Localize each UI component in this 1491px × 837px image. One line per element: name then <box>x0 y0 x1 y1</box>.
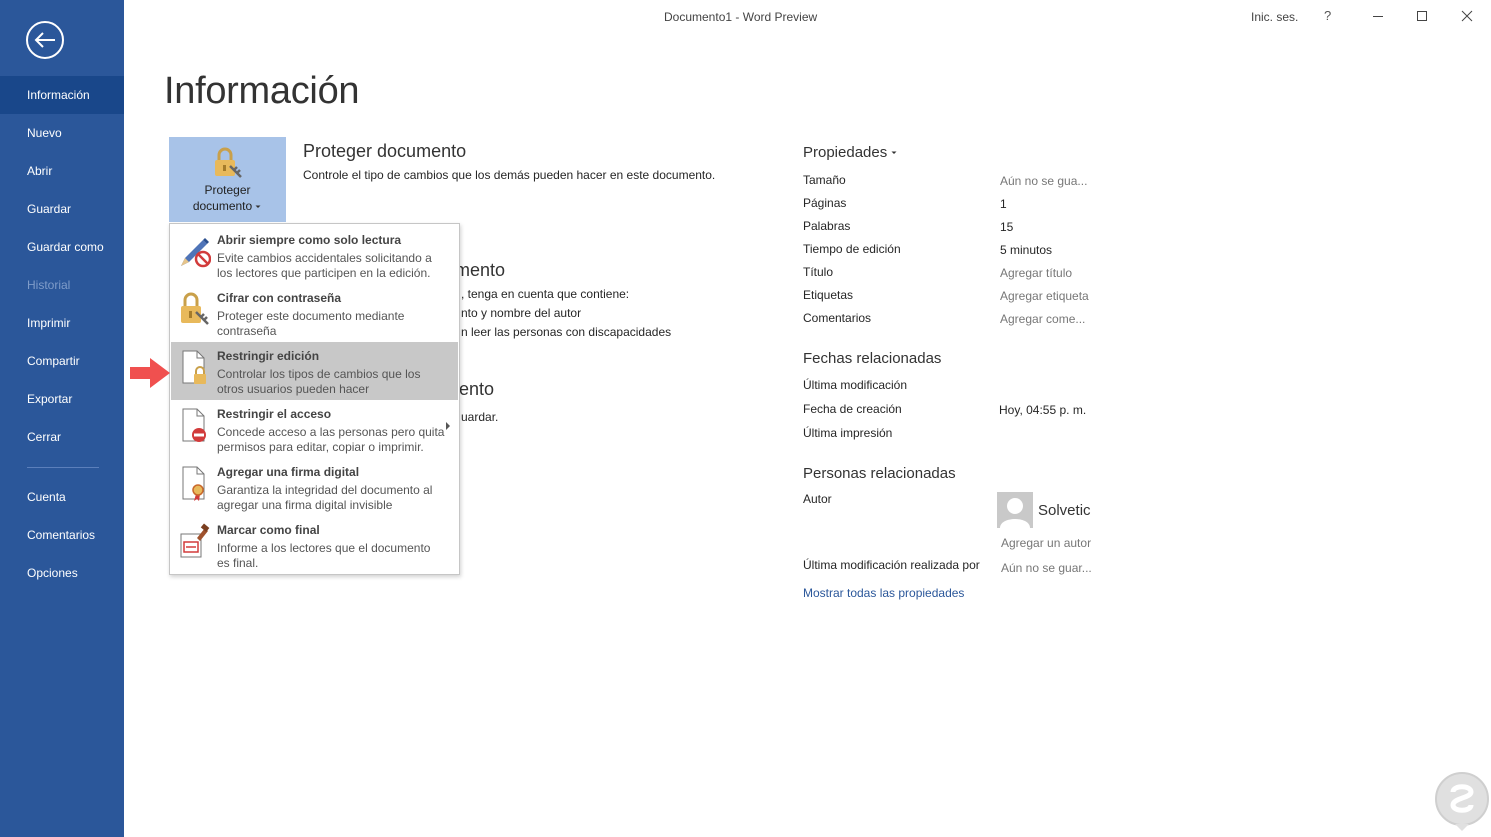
help-button[interactable]: ? <box>1324 8 1331 23</box>
close-icon <box>1461 10 1473 22</box>
menu-item-title: Abrir siempre como solo lectura <box>217 233 402 247</box>
nav-compartir[interactable]: Compartir <box>0 342 124 380</box>
inspect-line-3: n leer las personas con discapacidades <box>461 325 672 339</box>
avatar <box>997 492 1033 528</box>
pencil-no-icon <box>181 238 211 268</box>
back-arrow-icon <box>34 32 55 48</box>
last-modified-by-value: Aún no se guar... <box>1001 561 1092 575</box>
menu-item-description: Informe a los lectores que el documento e… <box>217 541 431 570</box>
nav-guardar-como[interactable]: Guardar como <box>0 228 124 266</box>
minimize-button[interactable] <box>1368 6 1388 26</box>
add-author-link[interactable]: Agregar un autor <box>1001 536 1091 550</box>
prop-label-title: Título <box>803 265 834 279</box>
author-name: Solvetic <box>1038 502 1091 519</box>
lock-key-icon <box>215 147 242 178</box>
date-label-printed: Última impresión <box>803 426 893 440</box>
maximize-button[interactable] <box>1412 6 1432 26</box>
protect-document-button[interactable]: Proteger documento <box>169 137 286 222</box>
protect-document-menu: Abrir siempre como solo lectura Evite ca… <box>169 223 460 575</box>
people-heading: Personas relacionadas <box>803 465 956 482</box>
author-label: Autor <box>803 492 832 506</box>
dropdown-caret-icon <box>255 205 261 208</box>
nav-historial: Historial <box>27 278 71 292</box>
nav-imprimir[interactable]: Imprimir <box>0 304 124 342</box>
nav-cerrar[interactable]: Cerrar <box>0 418 124 456</box>
properties-heading[interactable]: Propiedades <box>803 144 898 161</box>
versions-heading: ento <box>459 379 495 399</box>
prop-value-tags[interactable]: Agregar etiqueta <box>1000 289 1089 303</box>
nav-informacion[interactable]: Información <box>0 76 124 114</box>
nav-nuevo[interactable]: Nuevo <box>0 114 124 152</box>
protect-button-label-2: documento <box>170 199 285 213</box>
close-button[interactable] <box>1457 6 1477 26</box>
prop-label-pages: Páginas <box>803 196 847 210</box>
prop-value-pages: 1 <box>1000 197 1007 211</box>
prop-value-words: 15 <box>1000 220 1014 234</box>
minimize-icon <box>1373 16 1383 17</box>
menu-item-description: Evite cambios accidentales solicitando a… <box>217 251 432 280</box>
nav-exportar[interactable]: Exportar <box>0 380 124 418</box>
prop-label-tags: Etiquetas <box>803 288 854 302</box>
date-value-created: Hoy, 04:55 p. m. <box>999 403 1087 417</box>
nav-divider <box>27 467 99 468</box>
menu-item-title: Restringir el acceso <box>217 407 332 421</box>
versions-line-1: uardar. <box>461 410 499 424</box>
menu-item-title: Marcar como final <box>217 523 320 537</box>
menu-item-digital-signature[interactable]: Agregar una firma digital Garantiza la i… <box>171 458 458 516</box>
annotation-arrow-icon <box>130 358 170 388</box>
dropdown-caret-icon <box>891 151 897 155</box>
prop-value-title[interactable]: Agregar título <box>1000 266 1072 280</box>
nav-comentarios[interactable]: Comentarios <box>0 516 124 554</box>
back-button[interactable] <box>26 21 64 59</box>
window-title: Documento1 - Word Preview <box>664 10 818 24</box>
menu-item-encrypt[interactable]: Cifrar con contraseña Proteger este docu… <box>171 284 458 342</box>
menu-item-description: Concede acceso a las personas pero quita… <box>217 425 445 454</box>
menu-item-title: Restringir edición <box>217 349 320 363</box>
menu-item-restrict-access[interactable]: Restringir el acceso Concede acceso a la… <box>171 400 458 458</box>
inspect-heading: mento <box>455 260 506 280</box>
protect-heading: Proteger documento <box>303 141 467 161</box>
dates-heading: Fechas relacionadas <box>803 350 942 367</box>
menu-item-description: Proteger este documento mediante contrase… <box>217 309 405 338</box>
lock-key-icon <box>181 292 209 325</box>
backstage-sidebar: Información Nuevo Abrir Guardar Guardar … <box>0 0 124 837</box>
sign-in-link[interactable]: Inic. ses. <box>1251 10 1298 24</box>
page-title: Información <box>164 70 360 112</box>
date-label-modified: Última modificación <box>803 378 908 392</box>
prop-label-words: Palabras <box>803 219 851 233</box>
inspect-line-1: , tenga en cuenta que contiene: <box>461 287 630 301</box>
menu-item-read-only[interactable]: Abrir siempre como solo lectura Evite ca… <box>171 226 458 284</box>
show-all-properties-link[interactable]: Mostrar todas las propiedades <box>803 586 964 600</box>
nav-opciones[interactable]: Opciones <box>0 554 124 592</box>
menu-item-description: Controlar los tipos de cambios que los ot… <box>217 367 421 396</box>
menu-item-description: Garantiza la integridad del documento al… <box>217 483 433 512</box>
protect-button-label-1: Proteger <box>204 183 251 197</box>
page-block-icon <box>182 408 206 442</box>
page-ribbon-icon <box>182 466 205 501</box>
prop-value-comments[interactable]: Agregar come... <box>1000 312 1085 326</box>
menu-item-mark-final[interactable]: Marcar como final Informe a los lectores… <box>171 516 458 574</box>
prop-label-edit-time: Tiempo de edición <box>803 242 901 256</box>
maximize-icon <box>1417 11 1427 21</box>
nav-guardar[interactable]: Guardar <box>0 190 124 228</box>
title-bar: Documento1 - Word Preview Inic. ses. ? <box>124 0 1491 32</box>
inspect-line-2: nto y nombre del autor <box>461 306 582 320</box>
last-modified-by-label: Última modificación realizada por <box>803 558 980 572</box>
prop-value-size: Aún no se gua... <box>1000 174 1088 188</box>
prop-label-comments: Comentarios <box>803 311 872 325</box>
menu-item-restrict-editing[interactable]: Restringir edición Controlar los tipos d… <box>171 342 458 400</box>
stamp-icon <box>180 523 210 558</box>
date-label-created: Fecha de creación <box>803 402 902 416</box>
menu-item-title: Cifrar con contraseña <box>217 291 342 305</box>
prop-label-size: Tamaño <box>803 173 846 187</box>
prop-value-edit-time: 5 minutos <box>1000 243 1053 257</box>
protect-description: Controle el tipo de cambios que los demá… <box>303 168 716 182</box>
menu-item-title: Agregar una firma digital <box>217 465 360 479</box>
solvetic-logo-icon <box>1435 772 1489 831</box>
page-lock-icon <box>182 350 206 384</box>
person-icon <box>1000 498 1030 528</box>
submenu-arrow-icon <box>446 422 450 430</box>
nav-cuenta[interactable]: Cuenta <box>0 478 124 516</box>
nav-abrir[interactable]: Abrir <box>0 152 124 190</box>
